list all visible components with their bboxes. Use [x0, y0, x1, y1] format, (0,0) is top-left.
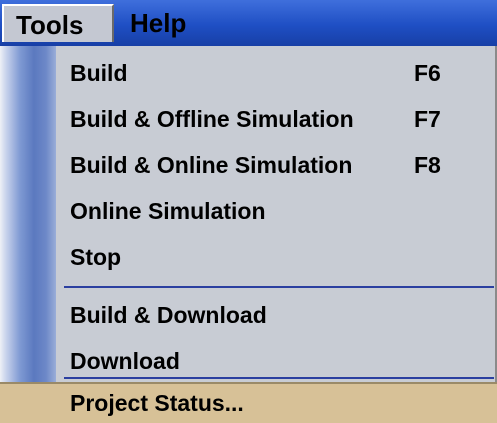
menu-item-online-simulation[interactable]: Online Simulation	[56, 188, 494, 234]
menu-item-project-status[interactable]: Project Status...	[0, 382, 497, 423]
menu-item-label: Build & Offline Simulation	[70, 106, 354, 132]
menu-help[interactable]: Help	[118, 4, 208, 42]
menu-bar: Tools Help	[0, 0, 497, 46]
menu-tools[interactable]: Tools	[2, 4, 114, 42]
menu-item-build-online-simulation[interactable]: Build & Online Simulation F8	[56, 142, 494, 188]
menu-separator	[64, 286, 494, 288]
menu-item-label: Build & Online Simulation	[70, 152, 353, 178]
menu-item-label: Project Status...	[70, 390, 244, 416]
menu-item-label: Build	[70, 60, 128, 86]
menu-separator	[64, 377, 494, 379]
menu-item-build-download[interactable]: Build & Download	[56, 292, 494, 338]
menu-help-label: Help	[130, 8, 187, 38]
tools-dropdown-menu: Build F6 Build & Offline Simulation F7 B…	[0, 46, 497, 423]
menu-gutter	[0, 46, 56, 388]
menu-item-label: Stop	[70, 244, 122, 270]
application-window: Tools Help Build F6 Build & Offline Simu…	[0, 0, 497, 423]
menu-item-shortcut: F7	[414, 106, 441, 132]
menu-tools-label: Tools	[16, 10, 84, 40]
menu-item-label: Build & Download	[70, 302, 267, 328]
menu-item-build-offline-simulation[interactable]: Build & Offline Simulation F7	[56, 96, 494, 142]
menu-item-shortcut: F8	[414, 152, 441, 178]
menu-item-shortcut: F6	[414, 60, 441, 86]
menu-item-build[interactable]: Build F6	[56, 50, 494, 96]
menu-item-label: Online Simulation	[70, 198, 266, 224]
menu-item-stop[interactable]: Stop	[56, 234, 494, 280]
